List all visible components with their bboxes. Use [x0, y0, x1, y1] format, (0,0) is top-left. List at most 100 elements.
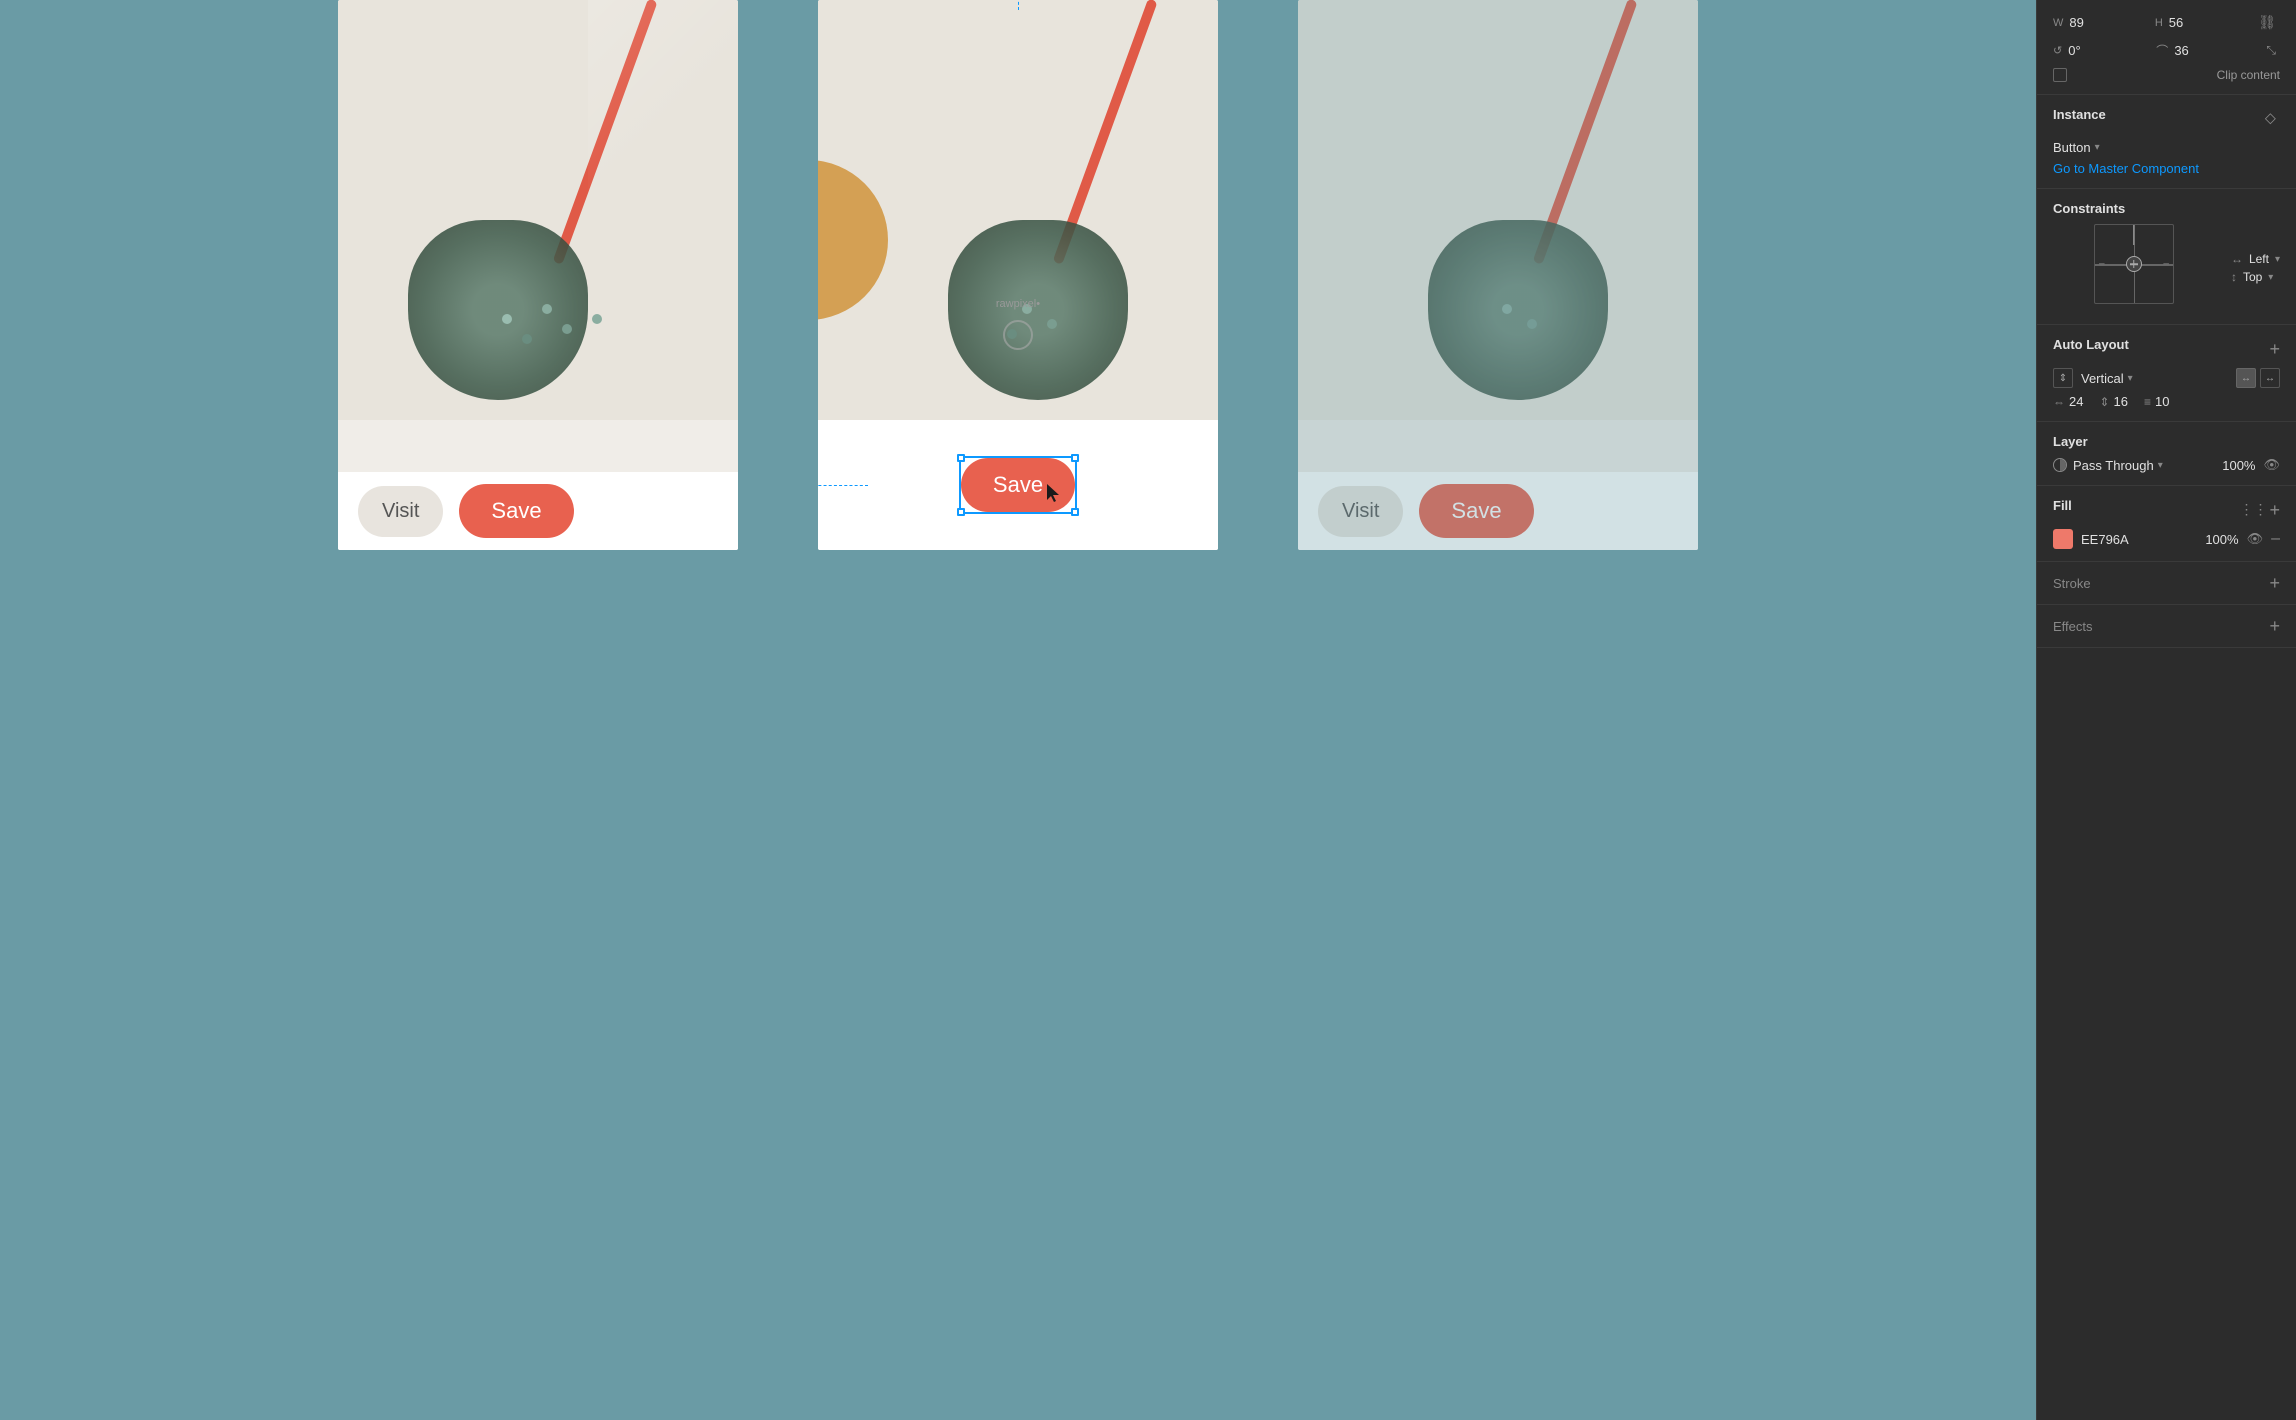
- dashed-guide-v: [1018, 0, 1019, 10]
- resize-handle-bl[interactable]: [957, 508, 965, 516]
- corner-value[interactable]: 36: [2174, 43, 2206, 58]
- fill-controls: ⋮⋮ +: [2239, 501, 2280, 519]
- vertical-constraint-value[interactable]: Top: [2243, 270, 2262, 284]
- frame-3-bottom: Visit Save: [1298, 472, 1698, 550]
- frame-2-image: rawpixel•: [818, 0, 1218, 420]
- visibility-icon[interactable]: 👁: [2263, 457, 2280, 473]
- resize-handle-br[interactable]: [1071, 508, 1079, 516]
- visit-button-3[interactable]: Visit: [1318, 486, 1403, 537]
- auto-layout-section: Auto Layout + ⇕ Vertical ▾ ↔ ↔ ⇔ 24: [2037, 325, 2296, 422]
- fill-title: Fill: [2053, 498, 2072, 513]
- constraint-right-arrow: –: [2163, 259, 2169, 270]
- auto-layout-title: Auto Layout: [2053, 337, 2129, 352]
- width-group: W 89: [2053, 15, 2101, 30]
- gap-value[interactable]: 10: [2155, 394, 2169, 409]
- effects-add-button[interactable]: +: [2269, 617, 2280, 635]
- clip-content-label: Clip content: [2217, 68, 2280, 82]
- effects-header: Effects +: [2053, 617, 2280, 635]
- stroke-section: Stroke +: [2037, 562, 2296, 605]
- canvas-area: Visit Save: [0, 0, 2036, 1420]
- padding-h-item: ⇔ 24: [2053, 394, 2083, 409]
- layer-title: Layer: [2053, 434, 2088, 449]
- resize-handle-tl[interactable]: [957, 454, 965, 462]
- align-start-icon[interactable]: ↔: [2236, 368, 2256, 388]
- blend-chevron-icon: ▾: [2158, 460, 2163, 471]
- effects-section: Effects +: [2037, 605, 2296, 648]
- vertical-constraint-row: ↕ Top ▾: [2231, 270, 2280, 284]
- resize-handle-tr[interactable]: [1071, 454, 1079, 462]
- fill-visibility-icon[interactable]: 👁: [2247, 531, 2264, 547]
- instance-section: Instance ⬦ Button ▾ Go to Master Compone…: [2037, 95, 2296, 189]
- auto-layout-header: Auto Layout +: [2053, 337, 2280, 360]
- visit-button[interactable]: Visit: [358, 486, 443, 537]
- constraints-section: Constraints – – ↔ Left ▾: [2037, 189, 2296, 325]
- blend-mode-icon: [2053, 458, 2067, 472]
- component-name[interactable]: Button: [2053, 140, 2091, 155]
- blend-mode-dropdown[interactable]: Pass Through ▾: [2073, 458, 2163, 473]
- constraints-title: Constraints: [2053, 201, 2125, 216]
- horizontal-constraint-row: ↔ Left ▾: [2231, 252, 2280, 266]
- auto-layout-add-button[interactable]: +: [2269, 340, 2280, 358]
- frame-3[interactable]: Visit Save: [1298, 0, 1698, 550]
- h-label: H: [2155, 17, 2163, 29]
- fill-section: Fill ⋮⋮ + EE796A 100% 👁 –: [2037, 486, 2296, 562]
- fill-add-button[interactable]: +: [2269, 501, 2280, 519]
- corner-icon: ⌒: [2156, 42, 2168, 59]
- h-value[interactable]: 56: [2169, 15, 2201, 30]
- effects-title: Effects: [2053, 619, 2093, 634]
- stroke-header: Stroke +: [2053, 574, 2280, 592]
- padding-v-value[interactable]: 16: [2114, 394, 2128, 409]
- direction-dropdown[interactable]: Vertical ▾: [2081, 371, 2133, 386]
- height-group: H 56: [2155, 15, 2201, 30]
- fill-grid-button[interactable]: ⋮⋮: [2239, 501, 2267, 518]
- constraints-dropdowns: ↔ Left ▾ ↕ Top ▾: [2231, 252, 2280, 284]
- right-panel: W 89 H 56 ⛓ ↺ 0° ⌒ 36 ⤡ Clip content: [2036, 0, 2296, 1420]
- rotation-value[interactable]: 0°: [2068, 43, 2100, 58]
- blend-mode-value: Pass Through: [2073, 458, 2154, 473]
- instance-title: Instance: [2053, 107, 2106, 122]
- align-end-icon[interactable]: ↔: [2260, 368, 2280, 388]
- instance-options-button[interactable]: ⬦: [2261, 108, 2280, 130]
- layer-left: Pass Through ▾: [2053, 458, 2163, 473]
- fill-remove-button[interactable]: –: [2271, 531, 2280, 547]
- fill-color-swatch[interactable]: [2053, 529, 2073, 549]
- clip-content-checkbox[interactable]: [2053, 68, 2067, 82]
- frame-3-wrapper: Visit Save: [1298, 0, 1698, 550]
- cursor: [1047, 484, 1067, 504]
- vertical-chevron-icon: ▾: [2268, 272, 2273, 283]
- layer-row: Pass Through ▾ 100% 👁: [2053, 457, 2280, 473]
- corner-individual-button[interactable]: ⤡: [2262, 41, 2280, 60]
- go-to-master-link[interactable]: Go to Master Component: [2053, 161, 2280, 176]
- frame-1-wrapper: Visit Save: [338, 0, 738, 550]
- padding-v-item: ⇕ 16: [2099, 394, 2128, 409]
- stroke-add-button[interactable]: +: [2269, 574, 2280, 592]
- horizontal-constraint-value[interactable]: Left: [2249, 252, 2269, 266]
- frame-1-image: [338, 0, 738, 420]
- horizontal-constraint-icon: ↔: [2231, 252, 2243, 266]
- constraints-grid[interactable]: – –: [2094, 224, 2174, 304]
- w-value[interactable]: 89: [2069, 15, 2101, 30]
- direction-icon[interactable]: ⇕: [2053, 368, 2073, 388]
- fill-row: EE796A 100% 👁 –: [2053, 529, 2280, 549]
- opacity-value[interactable]: 100%: [2222, 458, 2255, 473]
- instance-name-row: Button ▾: [2053, 140, 2280, 155]
- padding-h-value[interactable]: 24: [2069, 394, 2083, 409]
- fill-hex-value[interactable]: EE796A: [2081, 532, 2197, 547]
- frame-1[interactable]: Visit Save: [338, 0, 738, 550]
- frame-2[interactable]: rawpixel• Save: [818, 0, 1218, 550]
- proportional-lock-button[interactable]: ⛓: [2254, 12, 2280, 33]
- orange-semi: [818, 160, 888, 320]
- chevron-down-icon: ▾: [2095, 142, 2100, 153]
- watermark: rawpixel•: [996, 298, 1040, 310]
- save-button-1[interactable]: Save: [459, 484, 573, 538]
- spacing-row: ⇔ 24 ⇕ 16 ≡ 10: [2053, 394, 2280, 409]
- fill-opacity-value[interactable]: 100%: [2205, 532, 2238, 547]
- gap-item: ≡ 10: [2144, 394, 2169, 409]
- clip-content-row: Clip content: [2053, 68, 2280, 82]
- padding-v-icon: ⇕: [2099, 395, 2109, 409]
- frame-2-wrapper: rawpixel• Save: [818, 0, 1218, 550]
- direction-row: ⇕ Vertical ▾ ↔ ↔: [2053, 368, 2280, 388]
- save-button-3[interactable]: Save: [1419, 484, 1533, 538]
- layer-section: Layer Pass Through ▾ 100% 👁: [2037, 422, 2296, 486]
- gap-icon: ≡: [2144, 395, 2151, 409]
